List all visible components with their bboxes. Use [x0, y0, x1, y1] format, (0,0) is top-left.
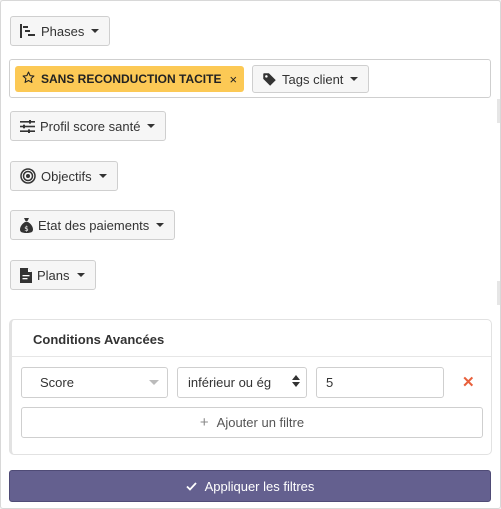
chevron-down-icon: [350, 77, 359, 81]
sliders-icon: [20, 119, 35, 133]
advanced-conditions-section: Conditions Avancées Score inférieur ou é…: [9, 319, 492, 455]
target-icon: [20, 168, 36, 184]
plans-filter-button[interactable]: Plans: [10, 260, 96, 290]
tag-icon: [262, 72, 277, 87]
background-row-edge: [497, 281, 500, 305]
chevron-down-icon: [76, 273, 85, 277]
advanced-conditions-title: Conditions Avancées: [33, 332, 165, 347]
tags-filter-box: SANS RECONDUCTION TACITE × Tags client: [9, 59, 491, 98]
chevron-down-icon: [98, 174, 107, 178]
background-row-edge: [497, 99, 500, 123]
remove-tag-button[interactable]: ×: [229, 72, 237, 87]
tag-chip-label: SANS RECONDUCTION TACITE: [41, 72, 222, 86]
objectives-filter-button[interactable]: Objectifs: [10, 161, 118, 191]
plus-icon: +: [199, 414, 209, 431]
chevron-down-icon: [156, 223, 165, 227]
phases-filter-button[interactable]: Phases: [10, 16, 111, 46]
payments-label: Etat des paiements: [38, 217, 150, 233]
objectives-label: Objectifs: [41, 168, 92, 184]
phases-label: Phases: [41, 23, 85, 39]
tags-client-button[interactable]: Tags client: [252, 65, 370, 93]
chevron-down-icon: [91, 29, 100, 33]
filter-panel: Phases SANS RECONDUCTION TACITE × Tags c…: [0, 0, 501, 509]
condition-operator-value: inférieur ou ég: [188, 375, 272, 390]
health-profile-label: Profil score santé: [40, 118, 141, 134]
health-profile-filter-button[interactable]: Profil score santé: [10, 111, 167, 141]
chevron-down-icon: [149, 380, 159, 385]
money-bag-icon: $: [20, 217, 33, 233]
file-icon: [20, 267, 32, 283]
phases-icon: [20, 24, 36, 38]
apply-filters-button[interactable]: Appliquer les filtres: [9, 470, 491, 502]
svg-text:$: $: [24, 225, 28, 233]
condition-value-text: 5: [326, 375, 334, 390]
plans-label: Plans: [37, 267, 70, 283]
apply-filters-label: Appliquer les filtres: [204, 478, 315, 494]
add-filter-label: Ajouter un filtre: [216, 415, 305, 430]
condition-field-value: Score: [40, 375, 74, 390]
remove-condition-button[interactable]: ✕: [462, 373, 475, 391]
sort-arrows-icon: [292, 375, 300, 390]
condition-value-input[interactable]: 5: [316, 367, 444, 398]
check-icon: [185, 479, 197, 494]
divider: [12, 356, 491, 357]
add-filter-button[interactable]: + Ajouter un filtre: [21, 407, 483, 438]
tag-chip[interactable]: SANS RECONDUCTION TACITE ×: [15, 66, 245, 92]
tags-client-label: Tags client: [282, 71, 344, 87]
payments-filter-button[interactable]: $ Etat des paiements: [10, 210, 176, 240]
condition-field-select[interactable]: Score: [21, 367, 168, 398]
condition-operator-select[interactable]: inférieur ou ég: [177, 367, 307, 398]
chevron-down-icon: [147, 124, 156, 128]
star-icon: [22, 71, 35, 87]
